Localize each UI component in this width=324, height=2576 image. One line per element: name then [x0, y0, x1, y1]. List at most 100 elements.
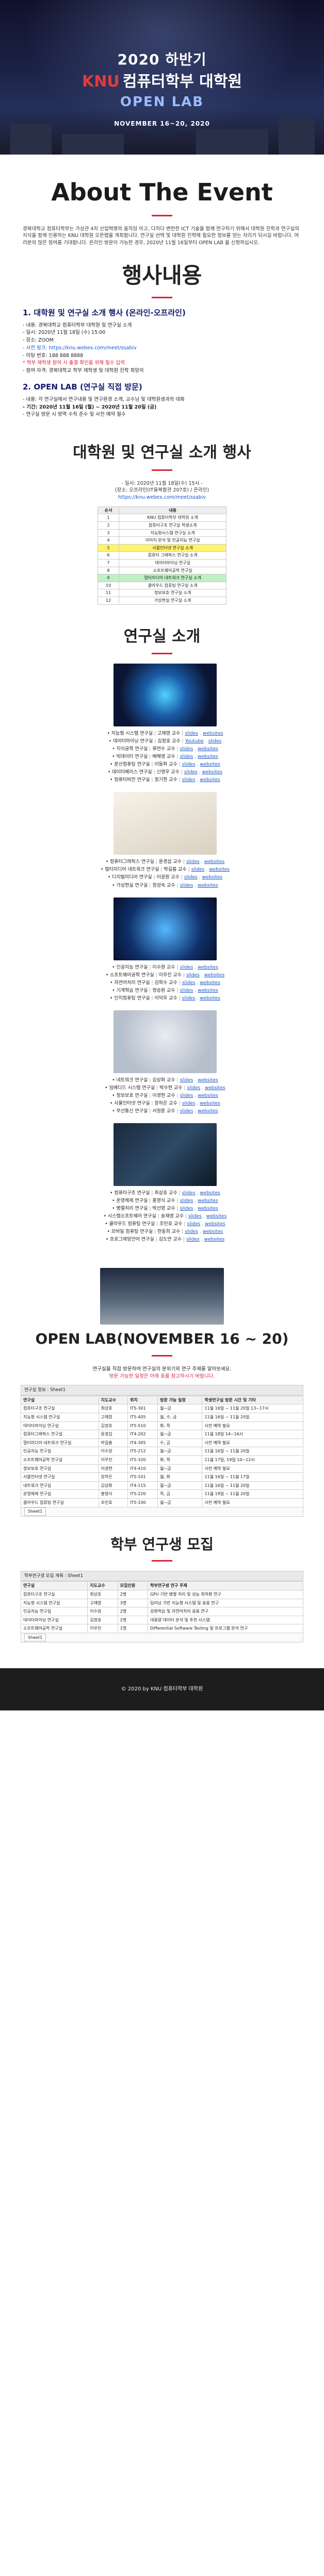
lab-item: • 컴퓨터비전 연구실 | 정기현 교수 | slides, websites	[21, 777, 310, 784]
lab-name: 빅데이터 연구실	[116, 754, 148, 760]
lab-website-link[interactable]: websites	[198, 1198, 218, 1204]
lab-website-link[interactable]: websites	[200, 777, 220, 783]
lab-website-link[interactable]: slides	[208, 739, 222, 744]
table-cell: 11월 16일 ~ 11월 20일	[202, 1412, 303, 1422]
schedule-no: 7	[97, 558, 120, 567]
schedule-no: 3	[97, 529, 120, 537]
sheet-tab[interactable]: Sheet1	[24, 1507, 46, 1516]
lab-website-link[interactable]: websites	[206, 1214, 227, 1219]
lab-slides-link[interactable]: slides	[186, 859, 200, 865]
lab-website-link[interactable]: websites	[198, 1206, 218, 1211]
lab-name: 인지컴퓨팅 연구실	[114, 995, 150, 1001]
lab-group-image	[114, 664, 217, 727]
table-cell: 윤경섭	[98, 1430, 128, 1439]
lab-website-link[interactable]: websites	[200, 1191, 220, 1196]
lab-website-link[interactable]: websites	[204, 1237, 225, 1242]
lab-website-link[interactable]: websites	[198, 1078, 218, 1083]
lab-website-link[interactable]: websites	[205, 1086, 225, 1091]
about-heading: About The Event	[51, 178, 273, 206]
table-row: 클라우드 컴퓨팅 연구실 조민호 IT5-330 월~금 사전 예약 필요	[21, 1498, 303, 1507]
lab-slides-link[interactable]: slides	[191, 867, 205, 872]
table-cell: 멀티미디어 네트워크 연구실	[21, 1438, 99, 1448]
part1-link[interactable]: - 사전 링크: https://knu.webex.com/meet/ssab…	[23, 345, 301, 352]
lab-slides-link[interactable]: slides	[184, 770, 198, 775]
lab-website-link[interactable]: websites	[198, 883, 218, 888]
table-cell: 사전 예약 필요	[202, 1421, 303, 1431]
lab-slides-link[interactable]: slides	[180, 1078, 193, 1083]
lab-slides-link[interactable]: slides	[180, 1198, 193, 1204]
separator: |	[179, 980, 181, 986]
table-cell: 이우진	[98, 1455, 128, 1465]
lab-slides-link[interactable]: slides	[182, 777, 196, 783]
lab-slides-link[interactable]: slides	[180, 883, 193, 888]
lab-slides-link[interactable]: slides	[187, 1222, 200, 1227]
lab-slides-link[interactable]: slides	[180, 747, 193, 752]
lab-website-link[interactable]: websites	[198, 754, 218, 759]
lab-slides-link[interactable]: slides	[186, 973, 200, 978]
separator: |	[154, 731, 156, 737]
lab-slides-link[interactable]: slides	[185, 1229, 198, 1234]
lab-slides-link[interactable]: Youtube	[185, 739, 204, 744]
lab-website-link[interactable]: websites	[200, 1101, 220, 1106]
table-row: 데이터마이닝 연구실 김정호 2명 대용량 데이터 분석 및 추천 시스템	[20, 1615, 304, 1625]
lab-name: 시스템소프트웨어 연구실	[107, 1214, 156, 1219]
table-cell: 월~금	[157, 1464, 203, 1473]
lab-website-link[interactable]: websites	[200, 980, 220, 986]
lab-slides-link[interactable]: slides	[182, 1101, 196, 1106]
lab-website-link[interactable]: websites	[209, 867, 230, 872]
lab-website-link[interactable]: websites	[198, 1093, 218, 1098]
table-cell: 11월 16일 ~ 11월 20일	[202, 1481, 303, 1490]
lab-slides-link[interactable]: slides	[180, 988, 193, 993]
lab-website-link[interactable]: websites	[205, 1222, 225, 1227]
lab-website-link[interactable]: websites	[198, 988, 218, 993]
lab-item: • 모바일 컴퓨팅 연구실 | 한동희 교수 | slides, websites	[21, 1229, 310, 1235]
lab-website-link[interactable]: websites	[203, 1229, 223, 1234]
intro-event-place: (장소: 오프라인(IT융복합관 207호) / 온라인)	[115, 487, 209, 494]
lab-name: 사물인터넷 연구실	[114, 1100, 150, 1106]
lab-slides-link[interactable]: slides	[182, 980, 196, 986]
lab-slides-link[interactable]: slides	[182, 1191, 196, 1196]
lab-slides-link[interactable]: slides	[180, 1109, 193, 1114]
lab-slides-link[interactable]: slides	[182, 762, 196, 767]
lab-name: 데이터마이닝 연구실	[112, 739, 153, 744]
lab-item: • 빅데이터 연구실 | 배해영 교수 | slides, websites	[21, 754, 310, 760]
lab-website-link[interactable]: websites	[203, 731, 223, 736]
openlab-heading: OPEN LAB(NOVEMBER 16 ~ 20)	[35, 1330, 289, 1348]
lab-website-link[interactable]: websites	[200, 996, 220, 1001]
lab-slides-link[interactable]: slides	[180, 1206, 193, 1211]
schedule-content: 멀티미디어 네트워크 연구실 소개	[119, 574, 226, 582]
table-cell: IT5-405	[127, 1412, 158, 1422]
lab-slides-link[interactable]: slides	[186, 1237, 200, 1242]
table-cell: 운영체제 연구실	[21, 1489, 99, 1499]
sheet-tab[interactable]: Sheet1	[24, 1633, 46, 1642]
table-cell: 컴퓨터그래픽스 연구실	[21, 1430, 99, 1439]
separator: |	[149, 754, 151, 760]
lab-website-link[interactable]: websites	[200, 762, 220, 767]
separator: |	[182, 731, 184, 737]
divider	[152, 1354, 172, 1357]
lab-professor: 최상호 교수	[154, 1191, 177, 1196]
lab-slides-link[interactable]: slides	[188, 1214, 202, 1219]
lab-website-link[interactable]: websites	[198, 1109, 218, 1114]
lab-website-link[interactable]: websites	[204, 973, 225, 978]
separator: ,	[197, 762, 199, 768]
lab-professor: 이우진 교수	[158, 972, 182, 978]
lab-slides-link[interactable]: slides	[182, 996, 196, 1001]
intro-event-link[interactable]: https://knu.webex.com/meet/ssabiv	[21, 494, 303, 501]
bullet-icon: •	[105, 1237, 110, 1243]
lab-website-link[interactable]: websites	[198, 965, 218, 970]
lab-website-link[interactable]: websites	[202, 875, 222, 880]
lab-slides-link[interactable]: slides	[185, 731, 198, 736]
bullet-icon: •	[105, 1222, 109, 1227]
separator: |	[176, 1093, 179, 1098]
separator: ,	[201, 859, 203, 865]
lab-slides-link[interactable]: slides	[184, 875, 198, 880]
lab-website-link[interactable]: websites	[204, 859, 225, 865]
lab-slides-link[interactable]: slides	[187, 1086, 200, 1091]
lab-slides-link[interactable]: slides	[180, 965, 193, 970]
lab-website-link[interactable]: websites	[198, 747, 218, 752]
lab-slides-link[interactable]: slides	[180, 754, 193, 759]
lab-website-link[interactable]: websites	[202, 770, 222, 775]
lab-slides-link[interactable]: slides	[180, 1093, 193, 1098]
schedule-header: 순서	[97, 506, 120, 515]
